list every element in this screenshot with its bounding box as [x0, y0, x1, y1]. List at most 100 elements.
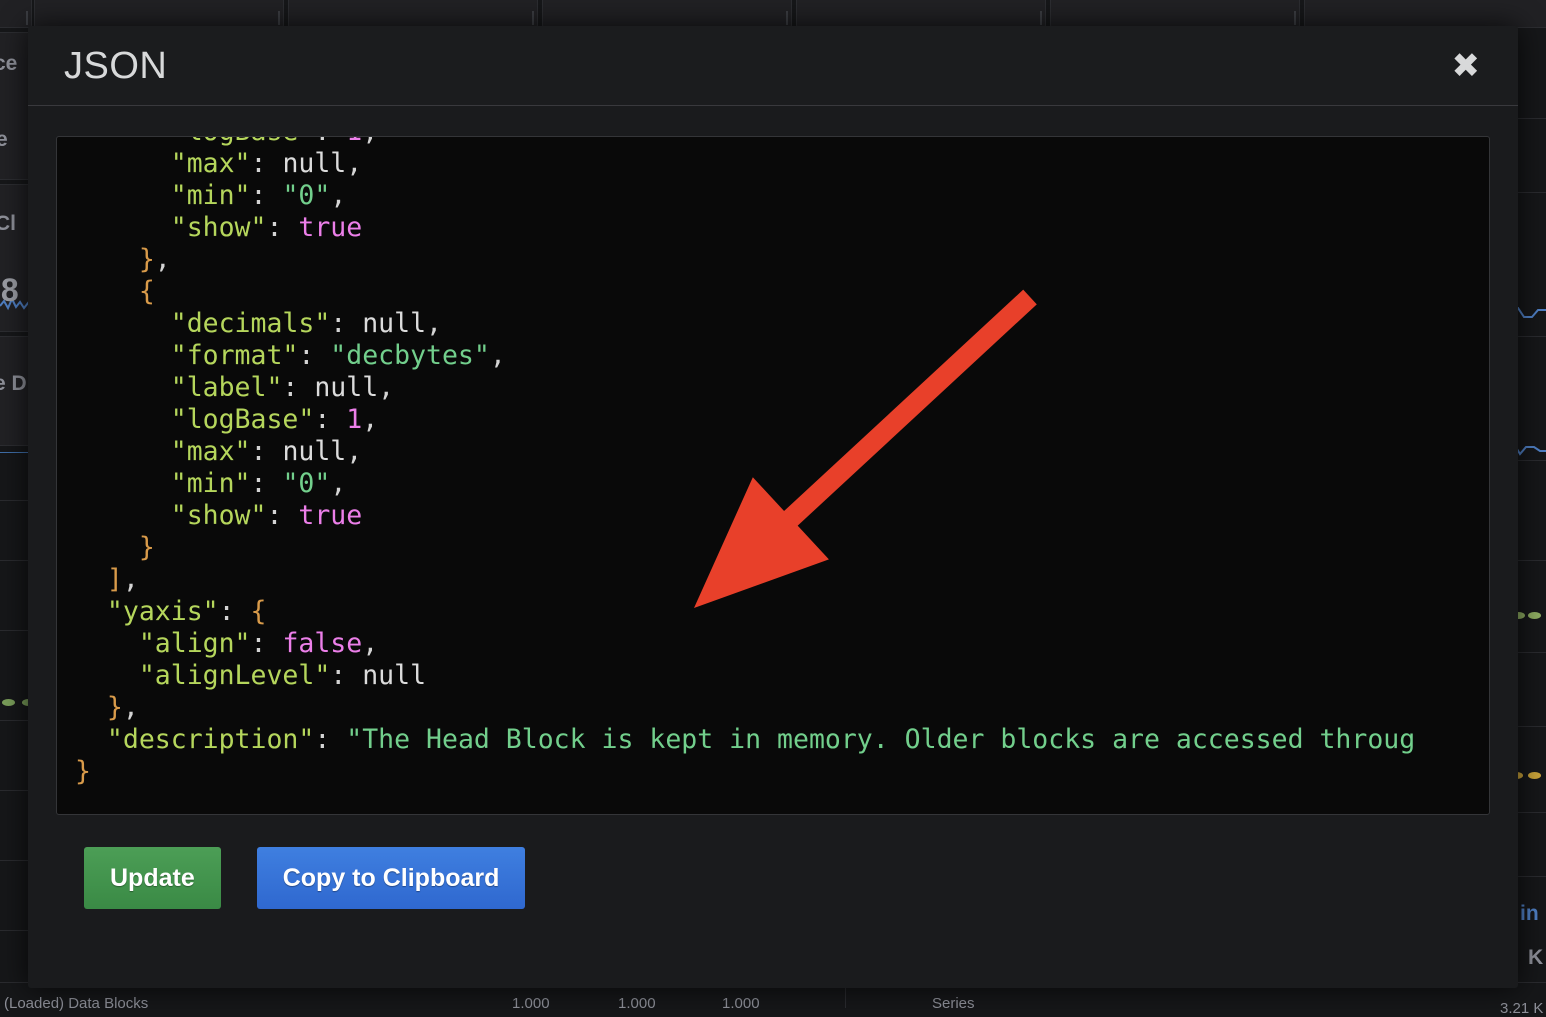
json-token-punct: ,	[346, 436, 362, 467]
json-token-punct: ,	[123, 692, 139, 723]
json-token-plain	[75, 276, 139, 307]
json-token-plain	[75, 692, 107, 723]
bg-panel[interactable]	[0, 0, 32, 28]
json-token-plain	[75, 340, 171, 371]
json-token-key: "align"	[139, 628, 251, 659]
json-token-null: null	[282, 436, 346, 467]
json-token-key: "min"	[171, 468, 251, 499]
json-token-brace: {	[251, 596, 267, 627]
json-token-punct: :	[330, 660, 362, 691]
bg-text-fragment: (Loaded) Data Blocks	[4, 995, 148, 1012]
json-token-punct: :	[314, 724, 346, 755]
modal-body: "logBase": 1, "max": null, "min": "0", "…	[28, 106, 1518, 988]
json-editor[interactable]: "logBase": 1, "max": null, "min": "0", "…	[56, 136, 1490, 815]
json-token-key: "show"	[171, 500, 267, 531]
bg-text-fragment: Series	[932, 995, 975, 1012]
bg-divider	[0, 452, 30, 453]
modal-header: JSON ✖	[28, 26, 1518, 106]
bg-divider	[0, 500, 30, 501]
bg-panel[interactable]	[542, 0, 792, 28]
json-modal: JSON ✖ "logBase": 1, "max": null, "min":…	[28, 26, 1518, 988]
json-token-plain	[75, 436, 171, 467]
json-token-brace: }	[139, 244, 155, 275]
json-token-punct: :	[314, 136, 346, 147]
panel-resize-handle[interactable]	[278, 11, 280, 25]
bg-text-fragment: K	[1528, 946, 1543, 970]
json-token-null: null	[314, 372, 378, 403]
json-token-plain	[75, 724, 107, 755]
panel-resize-handle[interactable]	[26, 11, 28, 25]
bg-divider	[0, 630, 30, 631]
json-token-plain	[75, 148, 171, 179]
json-token-punct: ,	[362, 404, 378, 435]
json-token-bool: true	[298, 500, 362, 531]
bg-panel[interactable]	[796, 0, 1046, 28]
json-token-punct: :	[314, 404, 346, 435]
bg-panel[interactable]	[1050, 0, 1300, 28]
json-token-plain	[75, 136, 171, 147]
bg-divider	[0, 560, 30, 561]
json-token-plain	[75, 532, 139, 563]
json-token-key: "show"	[171, 212, 267, 243]
json-token-str: "0"	[282, 180, 330, 211]
json-token-str: "decbytes"	[330, 340, 490, 371]
json-token-punct: ,	[362, 136, 378, 147]
json-token-null: null	[282, 148, 346, 179]
bg-text-fragment: in	[1520, 902, 1539, 926]
json-token-key: "description"	[107, 724, 314, 755]
json-token-punct: ,	[155, 244, 171, 275]
json-token-key: "decimals"	[171, 308, 331, 339]
json-token-plain	[75, 596, 107, 627]
bg-panel[interactable]	[1304, 0, 1546, 28]
status-dot	[2, 699, 15, 706]
json-token-key: "yaxis"	[107, 596, 219, 627]
json-token-plain	[75, 660, 139, 691]
json-token-key: "alignLevel"	[139, 660, 330, 691]
panel-resize-handle[interactable]	[1294, 11, 1296, 25]
json-token-plain	[75, 628, 139, 659]
bg-divider	[0, 860, 30, 861]
json-code-content[interactable]: "logBase": 1, "max": null, "min": "0", "…	[75, 136, 1415, 788]
json-token-key: "min"	[171, 180, 251, 211]
panel-resize-handle[interactable]	[786, 11, 788, 25]
panel-resize-handle[interactable]	[1040, 11, 1042, 25]
bg-panel[interactable]	[34, 0, 284, 28]
bg-text-fragment: 1.000	[722, 995, 760, 1012]
json-token-brace: ]	[107, 564, 123, 595]
json-token-brace: {	[139, 276, 155, 307]
bg-text-fragment: Cl	[0, 212, 16, 236]
json-token-plain	[75, 468, 171, 499]
json-token-bool: false	[282, 628, 362, 659]
json-token-punct: ,	[378, 372, 394, 403]
update-button[interactable]: Update	[84, 847, 221, 909]
json-token-brace: }	[139, 532, 155, 563]
json-token-punct: :	[298, 340, 330, 371]
json-token-num: 1	[346, 404, 362, 435]
json-token-key: "logBase"	[171, 404, 315, 435]
json-token-plain	[75, 500, 171, 531]
json-token-key: "max"	[171, 436, 251, 467]
json-token-punct: :	[251, 180, 283, 211]
json-token-punct: :	[251, 436, 283, 467]
json-token-punct: :	[266, 500, 298, 531]
bg-panel[interactable]	[288, 0, 538, 28]
json-token-str: "The Head Block is kept in memory. Older…	[346, 724, 1415, 755]
json-token-punct: :	[251, 148, 283, 179]
json-token-key: "label"	[171, 372, 283, 403]
json-token-punct: :	[251, 628, 283, 659]
bg-text-fragment: e D	[0, 372, 27, 396]
json-token-str: "0"	[282, 468, 330, 499]
json-token-punct: ,	[346, 148, 362, 179]
json-token-punct: :	[330, 308, 362, 339]
json-token-punct: ,	[330, 180, 346, 211]
close-icon[interactable]: ✖	[1442, 43, 1491, 89]
copy-to-clipboard-button[interactable]: Copy to Clipboard	[257, 847, 526, 909]
bg-text-fragment: ce	[0, 52, 17, 76]
json-token-plain	[75, 180, 171, 211]
json-token-brace: }	[107, 692, 123, 723]
panel-resize-handle[interactable]	[532, 11, 534, 25]
json-token-null: null	[362, 660, 426, 691]
page-title: JSON	[64, 47, 167, 85]
json-token-key: "logBase"	[171, 136, 315, 147]
bg-text-fragment: .8	[0, 272, 19, 309]
